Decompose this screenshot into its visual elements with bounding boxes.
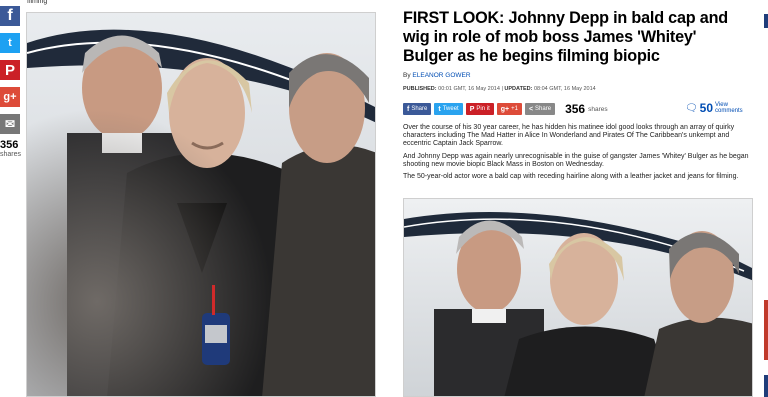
google-plus-share-button[interactable]: g+ (0, 87, 20, 107)
email-icon: ✉ (4, 117, 16, 131)
google-plus-label: +1 (511, 106, 518, 112)
twitter-share-button[interactable]: t Tweet (434, 103, 463, 115)
twitter-share-button[interactable]: t (0, 33, 20, 53)
pinterest-share-button[interactable]: P Pin it (465, 103, 494, 115)
left-pane: filming f t P g+ ✉ 356 shares (0, 0, 392, 397)
share-rail: f t P g+ ✉ 356 shares (0, 6, 22, 158)
published-label: PUBLISHED: (403, 86, 437, 92)
photo-of-actors-on-set (404, 199, 752, 396)
facebook-icon: f (7, 7, 13, 24)
share-bar: f Share t Tweet P Pin it g+ +1 < Share 3… (403, 101, 753, 117)
google-plus-share-button[interactable]: g+ +1 (496, 103, 522, 115)
updated-date: 08:04 GMT, 16 May 2014 (533, 86, 596, 92)
share-icon: < (528, 105, 534, 113)
updated-label: UPDATED: (504, 86, 533, 92)
photo-of-actors-on-set (27, 13, 375, 396)
byline-prefix: By (403, 72, 411, 79)
article-dates: PUBLISHED: 00:01 GMT, 16 May 2014 | UPDA… (403, 86, 596, 92)
share-count-label: shares (0, 151, 22, 158)
paragraph: The 50-year-old actor wore a bald cap wi… (403, 173, 739, 181)
article-headline: FIRST LOOK: Johnny Depp in bald cap and … (403, 9, 728, 65)
facebook-share-button[interactable]: f (0, 6, 20, 26)
photo-caption-fragment: filming (27, 0, 48, 5)
comment-count: 50 (699, 101, 713, 115)
twitter-icon: t (438, 105, 441, 113)
paragraph: Over the course of his 30 year career, h… (403, 124, 735, 148)
google-plus-icon: g+ (500, 105, 510, 113)
email-share-button[interactable]: ✉ (0, 114, 20, 134)
twitter-icon: t (8, 37, 12, 49)
pinterest-share-label: Pin it (476, 106, 490, 112)
article-body: Over the course of his 30 year career, h… (403, 124, 753, 185)
twitter-share-label: Tweet (442, 106, 459, 112)
edge-fragment (764, 375, 768, 397)
comment-bubble-icon: 🗨 (684, 102, 698, 114)
facebook-share-label: Share (411, 106, 428, 112)
article: FIRST LOOK: Johnny Depp in bald cap and … (398, 0, 768, 397)
edge-fragment (764, 300, 768, 360)
pinterest-icon: P (469, 105, 475, 113)
edge-fragment (764, 14, 768, 28)
paragraph: And Johnny Depp was again nearly unrecog… (403, 152, 749, 168)
byline: By ELEANOR GOWER (403, 72, 471, 79)
author-link[interactable]: ELEANOR GOWER (412, 72, 470, 79)
published-date: 00:01 GMT, 16 May 2014 (438, 86, 500, 92)
facebook-share-button[interactable]: f Share (403, 103, 432, 115)
share-count: 356 (0, 139, 19, 151)
main-photo[interactable] (26, 12, 376, 397)
more-share-button[interactable]: < Share (524, 103, 556, 115)
article-photo[interactable] (403, 198, 753, 397)
share-count: 356 (565, 102, 586, 116)
share-count-label: shares (588, 105, 608, 113)
google-plus-icon: g+ (3, 91, 17, 103)
more-share-label: Share (535, 106, 552, 112)
comment-label: View comments (715, 102, 743, 114)
view-comments-link[interactable]: 🗨 50 View comments (684, 101, 743, 115)
facebook-icon: f (407, 105, 410, 113)
pinterest-icon: P (4, 61, 15, 79)
pinterest-share-button[interactable]: P (0, 60, 20, 80)
